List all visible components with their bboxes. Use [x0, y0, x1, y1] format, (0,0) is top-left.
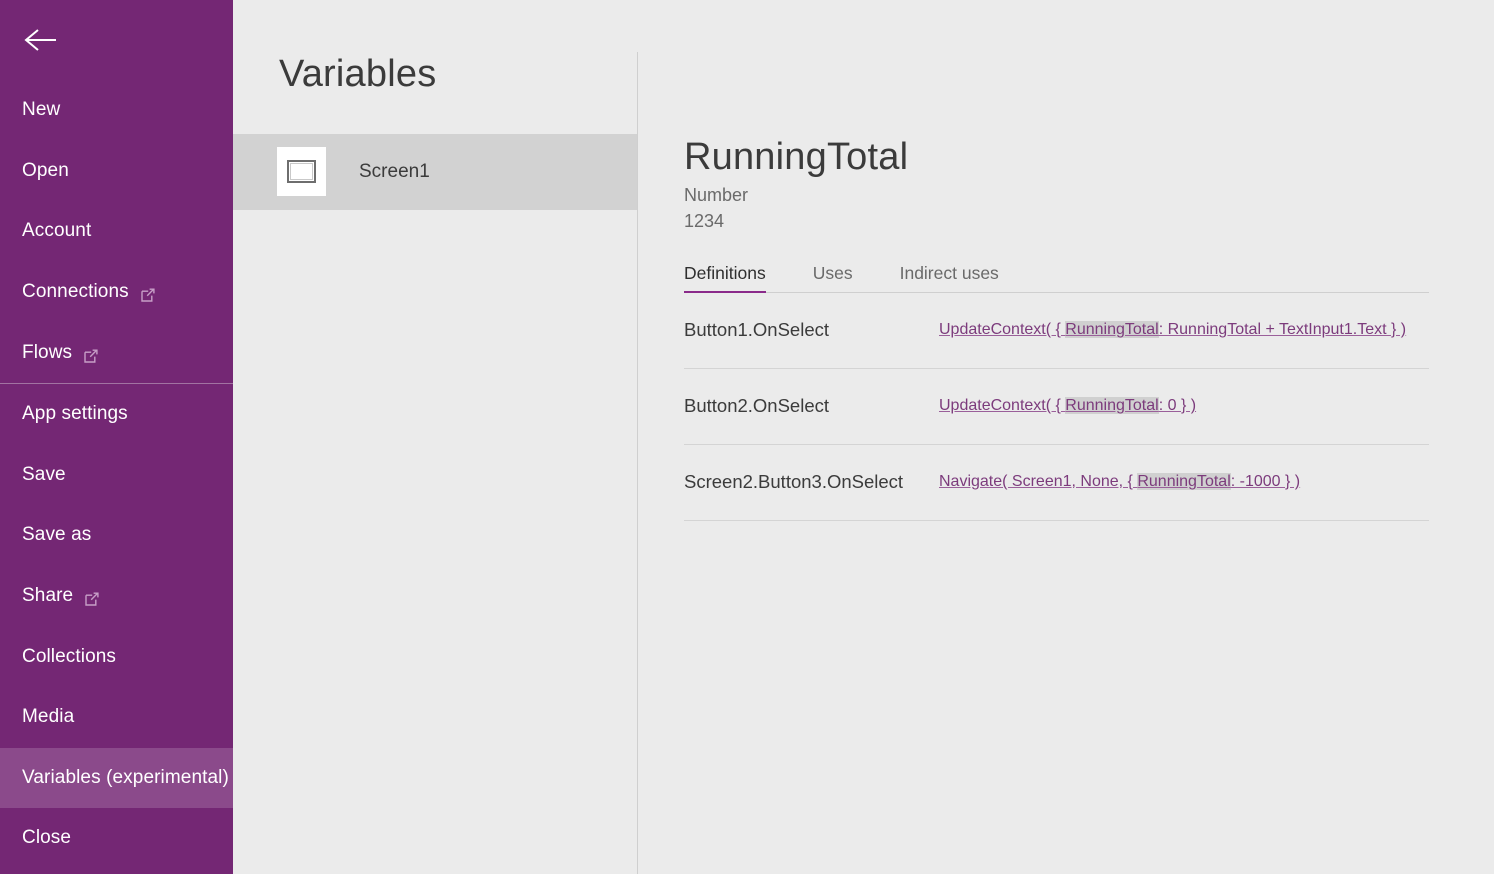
sidebar-item-app-settings[interactable]: App settings [0, 384, 233, 445]
sidebar-item-label: Close [22, 827, 71, 849]
app-root: New Open Account Connections Flows App settin… [0, 0, 1494, 874]
variable-detail-panel: RunningTotal Number 1234 Definitions Uses… [638, 0, 1494, 874]
rule-name-cell: Button2.OnSelect [684, 395, 939, 417]
screen-thumbnail-icon [277, 147, 326, 196]
left-sidebar: New Open Account Connections Flows App settin… [0, 0, 233, 874]
formula-link[interactable]: UpdateContext( { RunningTotal: RunningTo… [939, 321, 1406, 339]
variables-list-panel: Variables Screen1 [233, 0, 638, 874]
formula-variable-token: RunningTotal [1065, 321, 1158, 338]
sidebar-item-close[interactable]: Close [0, 808, 233, 869]
tab-indirect-uses[interactable]: Indirect uses [900, 263, 999, 293]
screen-list-item-label: Screen1 [359, 161, 430, 183]
sidebar-item-label: Flows [22, 342, 72, 364]
sidebar-item-share[interactable]: Share [0, 566, 233, 627]
tab-definitions[interactable]: Definitions [684, 263, 766, 293]
rule-name-cell: Screen2.Button3.OnSelect [684, 471, 939, 493]
sidebar-item-label: Share [22, 585, 73, 607]
back-arrow-icon[interactable] [22, 24, 66, 56]
external-link-icon [141, 286, 155, 300]
table-row: Screen2.Button3.OnSelectNavigate( Screen… [684, 445, 1429, 521]
external-link-icon [84, 347, 98, 361]
table-row: Button2.OnSelectUpdateContext( { Running… [684, 369, 1429, 445]
formula-variable-token: RunningTotal [1137, 473, 1230, 490]
sidebar-item-media[interactable]: Media [0, 687, 233, 748]
sidebar-item-label: Media [22, 706, 74, 728]
sidebar-item-label: Account [22, 220, 91, 242]
sidebar-item-label: Connections [22, 281, 129, 303]
sidebar-item-label: Open [22, 160, 69, 182]
sidebar-item-collections[interactable]: Collections [0, 626, 233, 687]
formula-link[interactable]: Navigate( Screen1, None, { RunningTotal:… [939, 473, 1300, 491]
sidebar-item-label: Variables (experimental) [22, 767, 229, 789]
sidebar-item-variables-experimental[interactable]: Variables (experimental) [0, 748, 233, 809]
formula-suffix: : -1000 } ) [1231, 473, 1300, 490]
screen-list-item-screen1[interactable]: Screen1 [233, 134, 638, 210]
definitions-table: Button1.OnSelectUpdateContext( { Running… [684, 293, 1429, 521]
sidebar-item-connections[interactable]: Connections [0, 262, 233, 323]
sidebar-item-account[interactable]: Account [0, 201, 233, 262]
rule-name-cell: Button1.OnSelect [684, 319, 939, 341]
sidebar-nav-list: New Open Account Connections Flows App settin… [0, 80, 233, 869]
table-row: Button1.OnSelectUpdateContext( { Running… [684, 293, 1429, 369]
sidebar-item-label: Save [22, 464, 66, 486]
formula-prefix: Navigate( Screen1, None, { [939, 473, 1137, 490]
sidebar-item-save[interactable]: Save [0, 445, 233, 506]
sidebar-item-new[interactable]: New [0, 80, 233, 141]
tab-uses[interactable]: Uses [813, 263, 853, 293]
sidebar-item-flows[interactable]: Flows [0, 322, 233, 383]
external-link-icon [85, 590, 99, 604]
sidebar-item-label: Save as [22, 524, 91, 546]
sidebar-item-label: App settings [22, 403, 128, 425]
sidebar-item-open[interactable]: Open [0, 141, 233, 202]
formula-variable-token: RunningTotal [1065, 397, 1158, 414]
panel-title: Variables [233, 0, 638, 96]
sidebar-item-label: Collections [22, 646, 116, 668]
back-button[interactable] [0, 0, 233, 80]
variable-type-label: Number [684, 185, 1494, 206]
formula-prefix: UpdateContext( { [939, 321, 1065, 338]
variable-name-heading: RunningTotal [684, 0, 1494, 179]
detail-tabs: Definitions Uses Indirect uses [684, 262, 1429, 293]
sidebar-item-save-as[interactable]: Save as [0, 505, 233, 566]
sidebar-item-label: New [22, 99, 60, 121]
formula-suffix: : 0 } ) [1159, 397, 1196, 414]
formula-suffix: : RunningTotal + TextInput1.Text } ) [1159, 321, 1406, 338]
formula-link[interactable]: UpdateContext( { RunningTotal: 0 } ) [939, 397, 1196, 415]
formula-prefix: UpdateContext( { [939, 397, 1065, 414]
variable-value-label: 1234 [684, 211, 1494, 232]
